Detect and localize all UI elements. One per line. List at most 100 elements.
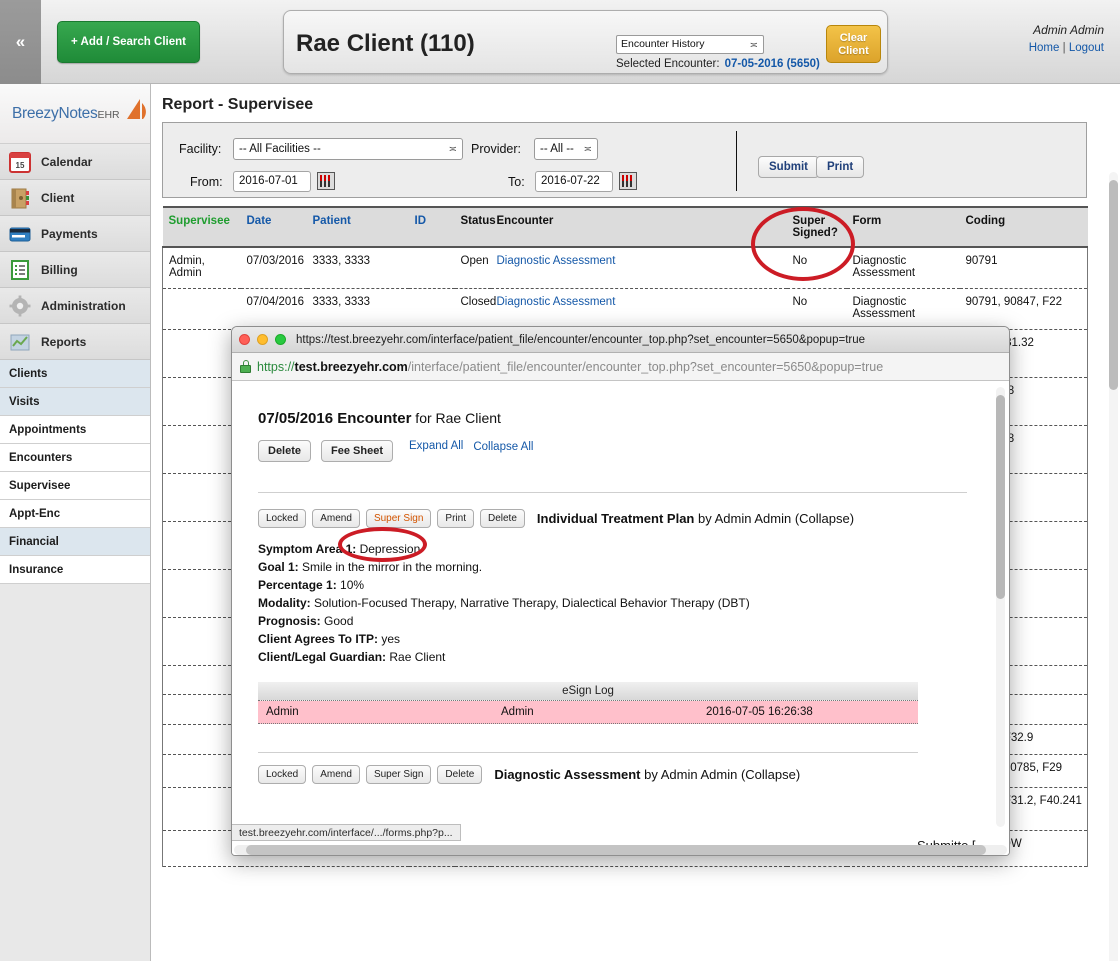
popup-scroll-content: 07/05/2016 Encounter for Rae Client Dele… bbox=[232, 381, 989, 841]
dx-amend-button[interactable]: Amend bbox=[312, 765, 360, 784]
cell-supervisee bbox=[162, 724, 241, 755]
col-patient[interactable]: Patient bbox=[306, 206, 409, 248]
main-scrollbar-thumb[interactable] bbox=[1109, 180, 1118, 390]
cell-supervisee bbox=[162, 288, 241, 330]
dx-form-author[interactable]: by Admin Admin (Collapse) bbox=[641, 767, 800, 782]
sidebar-subitem-label: Encounters bbox=[9, 451, 73, 464]
field-value: Solution-Focused Therapy, Narrative Ther… bbox=[310, 596, 750, 610]
itp-super-sign-button[interactable]: Super Sign bbox=[365, 509, 432, 528]
sidebar-main-nav: 15 Calendar Client Payments Billing Admi… bbox=[0, 144, 150, 360]
sidebar-item-payments[interactable]: Payments bbox=[0, 216, 150, 252]
field-row: Client Agrees To ITP: yes bbox=[258, 630, 967, 648]
button-label: Amend bbox=[320, 769, 352, 780]
sidebar-item-visits[interactable]: Visits bbox=[0, 388, 150, 416]
cell-form: Diagnostic Assessment bbox=[846, 288, 960, 330]
encounter-history-select[interactable]: Encounter History ≍ bbox=[616, 35, 764, 54]
sidebar-item-encounters[interactable]: Encounters bbox=[0, 444, 150, 472]
field-label: Symptom Area 1: bbox=[258, 542, 357, 556]
sidebar-subitem-label: Clients bbox=[9, 367, 48, 380]
clear-client-button[interactable]: Clear Client bbox=[826, 25, 881, 63]
sidebar-item-appt-enc[interactable]: Appt-Enc bbox=[0, 500, 150, 528]
chevron-down-icon: ≍ bbox=[448, 144, 457, 155]
field-label: Prognosis: bbox=[258, 614, 321, 628]
from-date-input[interactable]: 2016-07-01 bbox=[233, 171, 311, 192]
print-button[interactable]: Print bbox=[816, 156, 865, 178]
dx-delete-button[interactable]: Delete bbox=[437, 765, 483, 784]
itp-locked-button[interactable]: Locked bbox=[258, 509, 307, 528]
itp-form-author[interactable]: by Admin Admin (Collapse) bbox=[694, 511, 854, 526]
col-date[interactable]: Date bbox=[240, 206, 307, 248]
popup-horizontal-scrollbar-thumb[interactable] bbox=[246, 845, 986, 855]
field-value: yes bbox=[378, 632, 401, 646]
button-label: Locked bbox=[266, 513, 299, 524]
sidebar-subitem-label: Financial bbox=[9, 535, 59, 548]
svg-text:15: 15 bbox=[16, 161, 25, 170]
delete-encounter-button[interactable]: Delete bbox=[258, 440, 312, 462]
page-title: Report - Supervisee bbox=[162, 96, 314, 113]
sidebar-item-label: Reports bbox=[41, 334, 87, 349]
popup-url-bar[interactable]: https://test.breezyehr.com/interface/pat… bbox=[232, 353, 1009, 381]
field-row: Symptom Area 1: Depression bbox=[258, 540, 967, 558]
expand-all-link[interactable]: Expand All bbox=[409, 440, 463, 452]
chevron-double-left-icon: « bbox=[15, 32, 26, 51]
sidebar-item-calendar[interactable]: 15 Calendar bbox=[0, 144, 150, 180]
col-form: Form bbox=[846, 206, 960, 248]
col-id[interactable]: ID bbox=[408, 206, 455, 248]
field-label: Modality: bbox=[258, 596, 311, 610]
maximize-window-button[interactable] bbox=[275, 334, 286, 345]
popup-title-bar: https://test.breezyehr.com/interface/pat… bbox=[232, 327, 1009, 353]
esign-log-header: eSign Log bbox=[258, 682, 918, 701]
encounter-link[interactable]: Diagnostic Assessment bbox=[497, 296, 616, 308]
minimize-window-button[interactable] bbox=[257, 334, 268, 345]
sidebar-item-appointments[interactable]: Appointments bbox=[0, 416, 150, 444]
itp-amend-button[interactable]: Amend bbox=[312, 509, 360, 528]
dx-form-title: Diagnostic Assessment by Admin Admin (Co… bbox=[494, 767, 800, 782]
calendar-icon: 15 bbox=[9, 151, 31, 173]
add-search-client-label: + Add / Search Client bbox=[71, 36, 186, 48]
cell-status: Open bbox=[454, 247, 491, 289]
encounter-link[interactable]: Diagnostic Assessment bbox=[497, 255, 616, 267]
field-row: Goal 1: Smile in the mirror in the morni… bbox=[258, 558, 967, 576]
sidebar-item-client[interactable]: Client bbox=[0, 180, 150, 216]
fee-sheet-button[interactable]: Fee Sheet bbox=[321, 440, 393, 462]
sidebar-subitem-label: Insurance bbox=[9, 563, 64, 576]
to-date-input[interactable]: 2016-07-22 bbox=[535, 171, 613, 192]
sidebar-item-label: Payments bbox=[41, 226, 98, 241]
from-date-calendar-icon[interactable] bbox=[317, 172, 335, 190]
sidebar-item-billing[interactable]: Billing bbox=[0, 252, 150, 288]
facility-select[interactable]: -- All Facilities -- ≍ bbox=[233, 138, 463, 160]
provider-select[interactable]: -- All -- ≍ bbox=[534, 138, 598, 160]
add-search-client-button[interactable]: + Add / Search Client bbox=[57, 21, 200, 63]
popup-vertical-scrollbar-thumb[interactable] bbox=[996, 395, 1005, 599]
col-supervisee[interactable]: Supervisee bbox=[162, 206, 241, 248]
cell-super-signed: No bbox=[786, 247, 847, 289]
col-status: Status bbox=[454, 206, 496, 248]
dx-super-sign-button[interactable]: Super Sign bbox=[365, 765, 432, 784]
sidebar-item-supervisee[interactable]: Supervisee bbox=[0, 472, 150, 500]
button-label: Delete bbox=[445, 769, 475, 780]
home-link[interactable]: Home bbox=[1029, 42, 1060, 54]
sidebar-item-clients[interactable]: Clients bbox=[0, 360, 150, 388]
itp-delete-button[interactable]: Delete bbox=[479, 509, 525, 528]
field-value: Good bbox=[320, 614, 354, 628]
close-window-button[interactable] bbox=[239, 334, 250, 345]
cell-encounter[interactable]: Diagnostic Assessment bbox=[490, 288, 787, 330]
logo-main-text: BreezyNotes bbox=[12, 104, 98, 122]
field-value: Depression bbox=[356, 542, 421, 556]
to-date-calendar-icon[interactable] bbox=[619, 172, 637, 190]
cell-encounter[interactable]: Diagnostic Assessment bbox=[490, 247, 787, 289]
logout-link[interactable]: Logout bbox=[1069, 42, 1104, 54]
submit-button[interactable]: Submit bbox=[758, 156, 819, 178]
itp-print-button[interactable]: Print bbox=[437, 509, 474, 528]
selected-encounter-value[interactable]: 07-05-2016 (5650) bbox=[725, 58, 820, 70]
sidebar-item-label: Calendar bbox=[41, 154, 93, 169]
sidebar-collapse-button[interactable]: « bbox=[0, 0, 41, 84]
table-row[interactable]: Admin, Admin 07/03/2016 3333, 3333 Open … bbox=[162, 247, 1088, 289]
sidebar-item-financial[interactable]: Financial bbox=[0, 528, 150, 556]
table-row[interactable]: 07/04/2016 3333, 3333 Closed Diagnostic … bbox=[162, 288, 1088, 330]
sidebar-item-reports[interactable]: Reports bbox=[0, 324, 150, 360]
dx-locked-button[interactable]: Locked bbox=[258, 765, 307, 784]
sidebar-item-insurance[interactable]: Insurance bbox=[0, 556, 150, 584]
sidebar-item-administration[interactable]: Administration bbox=[0, 288, 150, 324]
collapse-all-link[interactable]: Collapse All bbox=[473, 440, 539, 455]
